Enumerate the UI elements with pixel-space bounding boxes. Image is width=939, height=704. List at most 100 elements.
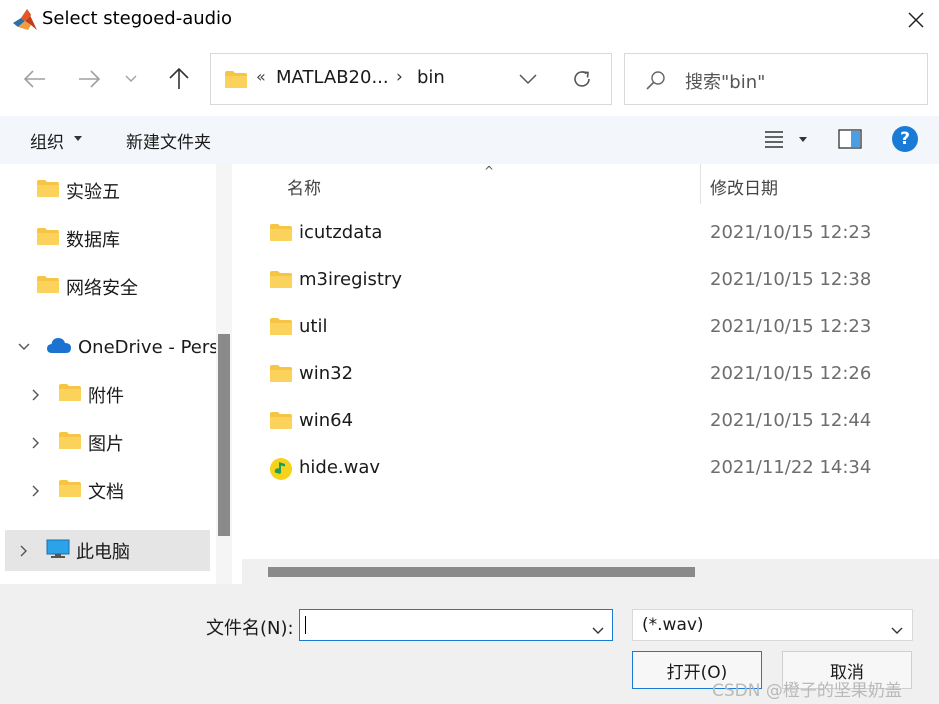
address-segment-bin[interactable]: bin	[417, 67, 445, 88]
sidebar-scrollbar-thumb[interactable]	[218, 334, 230, 536]
sidebar-item-label: OneDrive - Pers	[78, 336, 219, 358]
address-separator[interactable]: ›	[396, 67, 403, 87]
file-date: 2021/10/15 12:38	[710, 269, 872, 290]
address-overflow[interactable]: «	[256, 67, 266, 86]
sort-indicator-icon: ^	[484, 164, 495, 178]
caret-down-icon	[74, 136, 82, 141]
file-name: win32	[299, 363, 354, 384]
filename-label: 文件名(N):	[206, 618, 294, 639]
sidebar-item-pictures[interactable]: 图片	[24, 423, 124, 463]
sidebar-item-network-security[interactable]: 网络安全	[36, 267, 138, 307]
filename-dropdown[interactable]	[592, 620, 604, 640]
computer-icon	[46, 539, 70, 564]
folder-icon	[36, 179, 60, 203]
address-history-dropdown[interactable]	[519, 70, 537, 90]
title-bar: Select stegoed-audio	[0, 0, 939, 42]
folder-icon	[58, 383, 82, 407]
file-row[interactable]: win64 2021/10/15 12:44	[242, 401, 939, 445]
chevron-down-icon	[125, 75, 137, 82]
file-row[interactable]: hide.wav 2021/11/22 14:34	[242, 448, 939, 492]
filetype-select[interactable]: (*.wav)	[632, 609, 913, 641]
search-box[interactable]: 搜索"bin"	[624, 53, 928, 105]
horizontal-scrollbar-thumb[interactable]	[268, 567, 695, 577]
forward-button[interactable]	[72, 62, 106, 96]
sidebar-item-database[interactable]: 数据库	[36, 219, 120, 259]
column-divider[interactable]	[700, 164, 701, 204]
close-button[interactable]	[893, 0, 939, 40]
view-options-button[interactable]	[764, 130, 784, 153]
folder-icon	[269, 223, 293, 247]
folder-icon	[269, 411, 293, 435]
recent-locations-button[interactable]	[116, 62, 146, 96]
audio-file-icon	[269, 457, 293, 486]
sidebar-item-attachments[interactable]: 附件	[24, 375, 124, 415]
file-name: util	[299, 316, 328, 337]
file-list: ^ 名称 修改日期 icutzdata 2021/10/15 12:23 m3i…	[242, 164, 939, 584]
arrow-up-icon	[169, 68, 189, 89]
caret-down-icon[interactable]	[799, 137, 807, 142]
refresh-button[interactable]	[571, 68, 593, 95]
chevron-down-icon	[519, 74, 537, 85]
column-header-date-modified[interactable]: 修改日期	[710, 174, 778, 199]
toolbar: 组织 新建文件夹 ?	[0, 116, 939, 164]
folder-icon	[58, 479, 82, 503]
file-row[interactable]: win32 2021/10/15 12:26	[242, 354, 939, 398]
filename-input[interactable]	[299, 609, 613, 641]
file-name: icutzdata	[299, 222, 383, 243]
chevron-right-icon[interactable]	[24, 485, 48, 497]
folder-icon	[58, 431, 82, 455]
address-bar[interactable]: « MATLAB20... › bin	[210, 53, 612, 105]
matlab-icon	[12, 8, 38, 32]
sidebar-item-label: 网络安全	[66, 278, 138, 299]
folder-icon	[224, 70, 248, 94]
sidebar-item-label: 此电脑	[76, 542, 130, 563]
sidebar-item-this-pc[interactable]: 此电脑	[12, 531, 130, 571]
file-name: hide.wav	[299, 457, 381, 478]
up-button[interactable]	[162, 62, 196, 96]
file-date: 2021/10/15 12:23	[710, 222, 872, 243]
text-cursor	[305, 616, 306, 634]
folder-icon	[269, 317, 293, 341]
back-button[interactable]	[18, 62, 52, 96]
chevron-down-icon[interactable]	[12, 343, 36, 351]
file-row[interactable]: m3iregistry 2021/10/15 12:38	[242, 260, 939, 304]
preview-pane-button[interactable]	[838, 129, 862, 154]
column-header-name[interactable]: 名称	[287, 174, 321, 199]
chevron-right-icon[interactable]	[24, 437, 48, 449]
preview-pane-icon	[838, 129, 862, 149]
sidebar-item-label: 附件	[88, 386, 124, 407]
sidebar-item-label: 图片	[88, 434, 124, 455]
arrow-right-icon	[79, 70, 100, 88]
dialog-footer: 文件名(N): (*.wav) 打开(O) 取消 CSDN @橙子的坚果奶盖	[0, 584, 939, 704]
folder-icon	[36, 275, 60, 299]
file-row[interactable]: util 2021/10/15 12:23	[242, 307, 939, 351]
help-button[interactable]: ?	[892, 126, 918, 152]
sidebar-item-label: 文档	[88, 482, 124, 503]
search-input[interactable]: 搜索"bin"	[685, 68, 765, 94]
filetype-value: (*.wav)	[642, 615, 704, 635]
watermark: CSDN @橙子的坚果奶盖	[712, 681, 902, 701]
file-date: 2021/10/15 12:23	[710, 316, 872, 337]
refresh-icon	[574, 71, 590, 87]
chevron-right-icon[interactable]	[24, 389, 48, 401]
sidebar-item-label: 数据库	[66, 230, 120, 251]
file-row[interactable]: icutzdata 2021/10/15 12:23	[242, 213, 939, 257]
close-icon	[908, 12, 924, 28]
arrow-left-icon	[24, 70, 45, 88]
chevron-down-icon	[891, 620, 903, 640]
organize-button[interactable]: 组织	[30, 128, 64, 153]
sidebar-item-experiment5[interactable]: 实验五	[36, 171, 120, 211]
new-folder-button[interactable]: 新建文件夹	[126, 128, 211, 153]
window-title: Select stegoed-audio	[42, 8, 233, 29]
list-view-icon	[765, 131, 783, 148]
sidebar-item-label: 实验五	[66, 182, 120, 203]
folder-icon	[269, 364, 293, 388]
address-segment-matlab[interactable]: MATLAB20...	[276, 67, 389, 88]
sidebar-item-documents[interactable]: 文档	[24, 471, 124, 511]
search-icon	[645, 70, 667, 95]
file-date: 2021/10/15 12:44	[710, 410, 872, 431]
chevron-right-icon[interactable]	[12, 545, 36, 557]
file-name: win64	[299, 410, 354, 431]
chevron-down-icon	[592, 627, 604, 634]
sidebar-item-onedrive[interactable]: OneDrive - Pers	[12, 327, 219, 367]
